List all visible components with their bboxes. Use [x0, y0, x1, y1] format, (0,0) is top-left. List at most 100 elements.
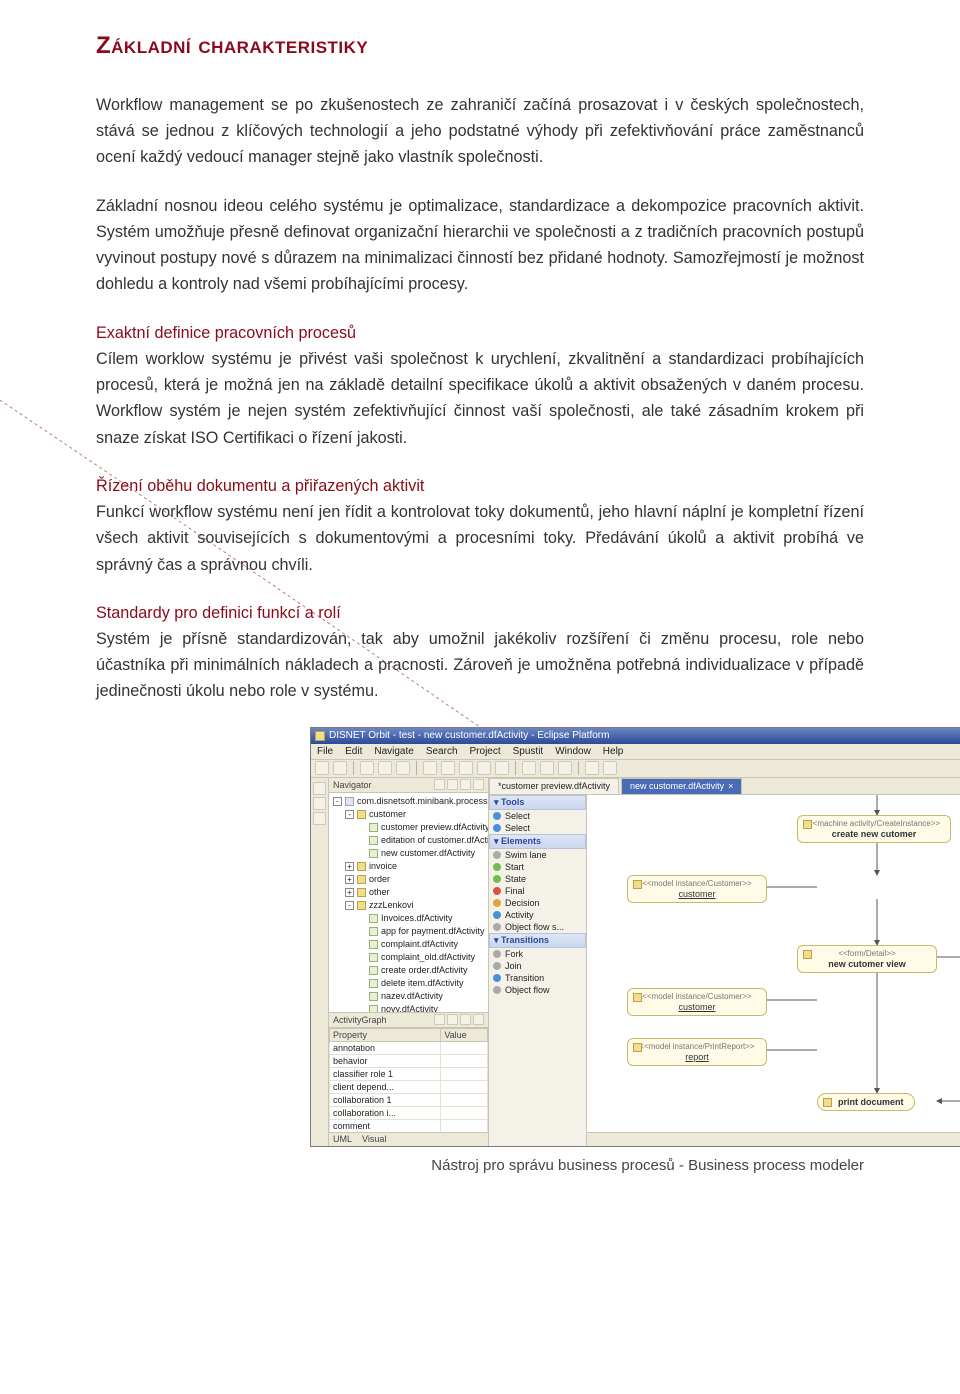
- toolbar-button[interactable]: [441, 761, 455, 775]
- toolbar-button[interactable]: [603, 761, 617, 775]
- tree-row[interactable]: -customer: [331, 808, 488, 821]
- close-icon[interactable]: ×: [728, 781, 733, 791]
- tree-row[interactable]: delete item.dfActivity: [331, 977, 488, 990]
- toolbar-separator: [416, 761, 417, 775]
- diagram-canvas[interactable]: <<machine activity/CreateInstance>> crea…: [587, 795, 960, 1146]
- toolbar-button[interactable]: [315, 761, 329, 775]
- section-3-head: Standardy pro definici funkcí a rolí: [96, 604, 341, 622]
- tree-row[interactable]: complaint_old.dfActivity: [331, 951, 488, 964]
- menu-window[interactable]: Window: [555, 746, 591, 757]
- pane-icon[interactable]: [434, 779, 445, 790]
- editor-tab[interactable]: *customer preview.dfActivity: [489, 778, 619, 794]
- palette-item[interactable]: Start: [489, 861, 586, 873]
- perspective-button[interactable]: [313, 782, 326, 795]
- tree-row[interactable]: customer preview.dfActivity: [331, 821, 488, 834]
- diagram-node-view[interactable]: <<form/Detail>> new cutomer view: [797, 945, 937, 973]
- toolbar-separator: [578, 761, 579, 775]
- footer-tab-visual[interactable]: Visual: [362, 1134, 386, 1144]
- tree-row[interactable]: app for payment.dfActivity: [331, 925, 488, 938]
- tree-row[interactable]: novy.dfActivity: [331, 1003, 488, 1012]
- palette-item[interactable]: Activity: [489, 909, 586, 921]
- palette-group[interactable]: ▾ Elements: [489, 834, 586, 849]
- toolbar-button[interactable]: [585, 761, 599, 775]
- palette-item[interactable]: Fork: [489, 948, 586, 960]
- section-1: Exaktní definice pracovních procesů Cíle…: [96, 320, 864, 451]
- menu-spustit[interactable]: Spustit: [513, 746, 544, 757]
- palette-item[interactable]: Swim lane: [489, 849, 586, 861]
- tree-row[interactable]: -zzzLenkovi: [331, 899, 488, 912]
- pane-icon[interactable]: [447, 779, 458, 790]
- perspective-bar: [311, 778, 329, 1146]
- palette-item[interactable]: Transition: [489, 972, 586, 984]
- palette-item[interactable]: Final: [489, 885, 586, 897]
- palette-item[interactable]: Object flow s...: [489, 921, 586, 933]
- menu-search[interactable]: Search: [426, 746, 458, 757]
- toolbar-button[interactable]: [477, 761, 491, 775]
- property-row[interactable]: comment: [330, 1119, 488, 1132]
- tree-row[interactable]: nazev.dfActivity: [331, 990, 488, 1003]
- footer-tab-uml[interactable]: UML: [333, 1134, 352, 1144]
- menu-help[interactable]: Help: [603, 746, 624, 757]
- property-row[interactable]: client depend...: [330, 1080, 488, 1093]
- tree-row[interactable]: editation of customer.dfActivity: [331, 834, 488, 847]
- menu-navigate[interactable]: Navigate: [374, 746, 413, 757]
- pane-icon[interactable]: [460, 1014, 471, 1025]
- pane-close-icon[interactable]: [473, 1014, 484, 1025]
- toolbar-button[interactable]: [378, 761, 392, 775]
- palette-item[interactable]: Select: [489, 810, 586, 822]
- palette-item[interactable]: Object flow: [489, 984, 586, 996]
- property-row[interactable]: annotation: [330, 1041, 488, 1054]
- tree-row[interactable]: Invoices.dfActivity: [331, 912, 488, 925]
- property-row[interactable]: collaboration 1: [330, 1093, 488, 1106]
- diagram-node-create[interactable]: <<machine activity/CreateInstance>> crea…: [797, 815, 951, 843]
- palette-group[interactable]: ▾ Tools: [489, 795, 586, 810]
- toolbar-button[interactable]: [522, 761, 536, 775]
- property-row[interactable]: behavior: [330, 1054, 488, 1067]
- toolbar-button[interactable]: [360, 761, 374, 775]
- horizontal-scrollbar[interactable]: [587, 1132, 960, 1146]
- menu-project[interactable]: Project: [470, 746, 501, 757]
- toolbar-button[interactable]: [540, 761, 554, 775]
- palette-item[interactable]: Decision: [489, 897, 586, 909]
- perspective-button[interactable]: [313, 797, 326, 810]
- tree-row[interactable]: create order.dfActivity: [331, 964, 488, 977]
- menu-file[interactable]: File: [317, 746, 333, 757]
- tree-row[interactable]: complaint.dfActivity: [331, 938, 488, 951]
- tree-row[interactable]: +order: [331, 873, 488, 886]
- diagram-node-print[interactable]: print document: [817, 1093, 915, 1111]
- toolbar-button[interactable]: [396, 761, 410, 775]
- property-row[interactable]: classifier role 1: [330, 1067, 488, 1080]
- pane-icon[interactable]: [460, 779, 471, 790]
- navigator-tree[interactable]: -com.disnetsoft.minibank.processes-custo…: [329, 793, 488, 1012]
- perspective-button[interactable]: [313, 812, 326, 825]
- diagram-node-customer-1[interactable]: <<model instance/Customer>> customer: [627, 875, 767, 903]
- toolbar-button[interactable]: [459, 761, 473, 775]
- tree-row[interactable]: +other: [331, 886, 488, 899]
- screenshot-figure: DISNET Orbit - test - new customer.dfAct…: [310, 727, 864, 1174]
- tree-row[interactable]: -com.disnetsoft.minibank.processes: [331, 795, 488, 808]
- toolbar: [311, 760, 960, 778]
- toolbar-button[interactable]: [333, 761, 347, 775]
- palette-item[interactable]: Join: [489, 960, 586, 972]
- palette-item[interactable]: State: [489, 873, 586, 885]
- pane-close-icon[interactable]: [473, 779, 484, 790]
- palette-group[interactable]: ▾ Transitions: [489, 933, 586, 948]
- properties-pane: ActivityGraph Property: [329, 1012, 488, 1132]
- properties-table[interactable]: Property Value annotationbehaviorclassif…: [329, 1028, 488, 1132]
- toolbar-button[interactable]: [495, 761, 509, 775]
- tree-row[interactable]: new customer.dfActivity: [331, 847, 488, 860]
- palette-item[interactable]: Select: [489, 822, 586, 834]
- property-row[interactable]: collaboration i...: [330, 1106, 488, 1119]
- menu-edit[interactable]: Edit: [345, 746, 362, 757]
- pane-icon[interactable]: [447, 1014, 458, 1025]
- diagram-node-customer-2[interactable]: <<model instance/Customer>> customer: [627, 988, 767, 1016]
- toolbar-button[interactable]: [423, 761, 437, 775]
- app-icon: [315, 731, 325, 741]
- tree-row[interactable]: +invoice: [331, 860, 488, 873]
- diagram-node-report[interactable]: <<model instance/PrintReport>> report: [627, 1038, 767, 1066]
- toolbar-button[interactable]: [558, 761, 572, 775]
- editor-tab-active[interactable]: new customer.dfActivity ×: [621, 778, 742, 794]
- properties-tab[interactable]: ActivityGraph: [333, 1015, 387, 1025]
- pane-icon[interactable]: [434, 1014, 445, 1025]
- toolbar-separator: [515, 761, 516, 775]
